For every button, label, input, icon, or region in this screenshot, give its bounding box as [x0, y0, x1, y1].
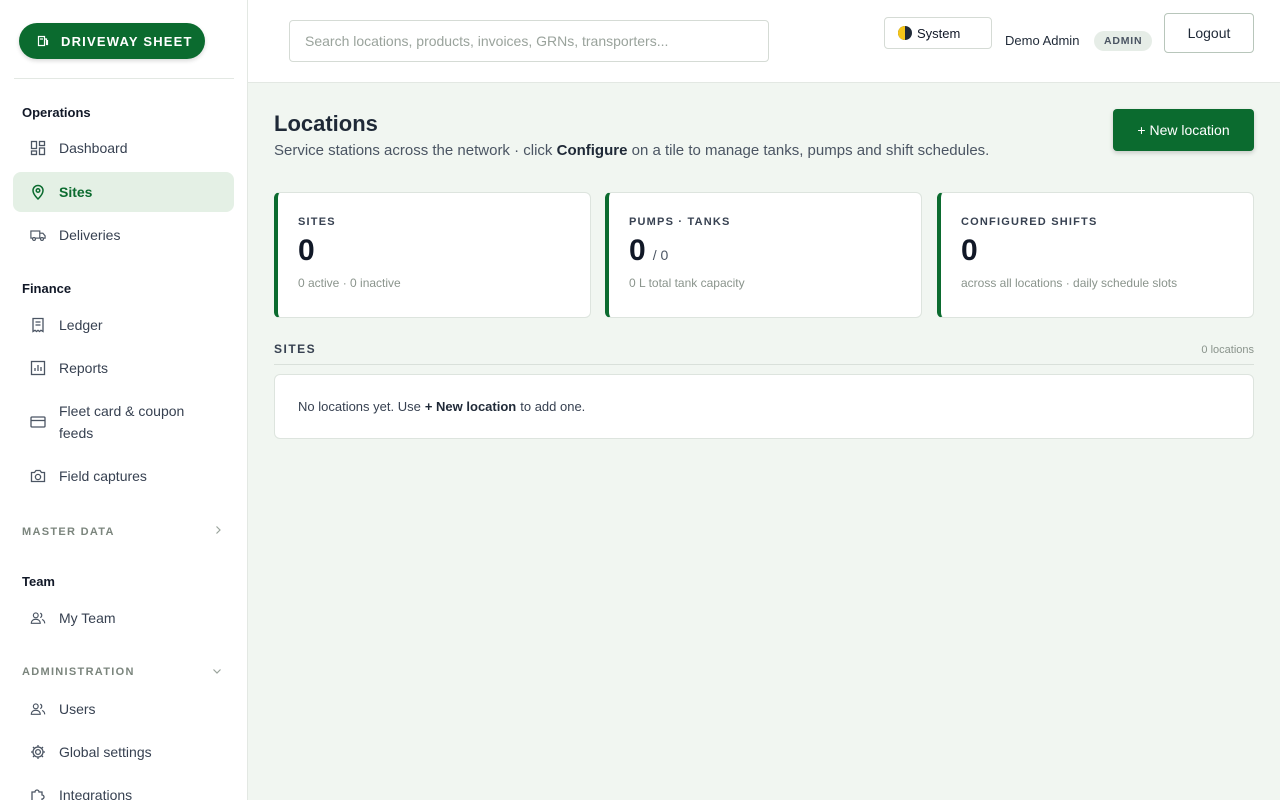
empty-text: No locations yet. Use — [298, 399, 421, 414]
brand-button[interactable]: DRIVEWAY SHEET — [19, 23, 205, 59]
stat-hint: 0 active · 0 inactive — [298, 276, 401, 290]
stat-label: CONFIGURED SHIFTS — [961, 216, 1098, 228]
sidebar-item-label: Fleet card & coupon feeds — [59, 403, 185, 441]
sidebar-item-field-captures[interactable]: Field captures — [13, 456, 234, 496]
stat-number: 0 — [629, 234, 646, 267]
bar-chart-icon — [30, 360, 46, 376]
stat-value: 0 — [961, 234, 1253, 268]
sites-list-header: SITES 0 locations — [274, 342, 1254, 365]
new-location-button[interactable]: + New location — [1113, 109, 1254, 151]
list-title: SITES — [274, 342, 317, 356]
stat-number: 0 — [298, 234, 315, 267]
page-title: Locations — [274, 111, 378, 136]
stat-card-pumps-tanks: PUMPS · TANKS 0 / 0 0 L total tank capac… — [605, 192, 922, 318]
theme-selector[interactable]: System — [884, 17, 992, 49]
logout-button[interactable]: Logout — [1164, 13, 1254, 53]
camera-icon — [30, 468, 46, 484]
stat-label: PUMPS · TANKS — [629, 216, 731, 228]
chevron-down-icon — [212, 666, 222, 678]
user-name: Demo Admin — [1005, 33, 1080, 48]
list-count: 0 locations — [1201, 344, 1254, 356]
sidebar-item-label: Reports — [59, 360, 109, 376]
sidebar-item-label: Sites — [59, 184, 93, 200]
role-badge: ADMIN — [1094, 31, 1153, 51]
divider — [14, 78, 234, 79]
sidebar-item-label: Field captures — [59, 468, 147, 484]
empty-bold: + New location — [424, 399, 517, 414]
subtitle-text-end: on a tile to manage tanks, pumps and shi… — [631, 142, 990, 159]
credit-card-icon — [30, 414, 46, 430]
stat-hint: across all locations · daily schedule sl… — [961, 276, 1178, 290]
stat-hint: 0 L total tank capacity — [629, 276, 745, 290]
stat-sub: / 0 — [652, 247, 669, 263]
sidebar-item-reports[interactable]: Reports — [13, 348, 234, 388]
sidebar-item-integrations[interactable]: Integrations — [13, 775, 234, 800]
sidebar-item-global-settings[interactable]: Global settings — [13, 732, 234, 772]
search-input[interactable] — [289, 20, 769, 62]
section-master-data[interactable]: MASTER DATA — [22, 525, 222, 538]
section-title-master-data: MASTER DATA — [22, 525, 115, 538]
station-icon — [37, 35, 49, 47]
brand-label: DRIVEWAY SHEET — [61, 33, 193, 49]
sidebar-item-sites[interactable]: Sites — [13, 172, 234, 212]
stat-value: 0 / 0 — [629, 234, 921, 268]
subtitle-text: Service stations across the network · cl… — [274, 142, 553, 159]
stat-label: SITES — [298, 216, 336, 228]
sidebar-item-fleet-card[interactable]: Fleet card & coupon feeds — [13, 391, 234, 453]
empty-state: No locations yet. Use + New location to … — [274, 374, 1254, 439]
sidebar-item-label: Deliveries — [59, 227, 121, 243]
sidebar-item-ledger[interactable]: Ledger — [13, 305, 234, 345]
section-title-administration: ADMINISTRATION — [22, 666, 135, 678]
stat-card-configured-shifts: CONFIGURED SHIFTS 0 across all locations… — [937, 192, 1254, 318]
section-title-operations: Operations — [22, 105, 91, 120]
subtitle-bold: Configure — [556, 142, 628, 159]
map-pin-icon — [30, 184, 46, 200]
truck-icon — [30, 227, 46, 243]
users-icon — [30, 610, 46, 626]
sidebar-item-label: My Team — [59, 610, 116, 626]
sidebar-item-dashboard[interactable]: Dashboard — [13, 128, 234, 168]
stat-value: 0 — [298, 234, 590, 268]
users-icon — [30, 701, 46, 717]
sidebar: DRIVEWAY SHEET Operations Dashboard Site… — [0, 0, 248, 800]
chevron-right-icon — [214, 525, 222, 538]
sidebar-item-label: Users — [59, 701, 96, 717]
dashboard-icon — [30, 140, 46, 156]
sidebar-item-my-team[interactable]: My Team — [13, 598, 234, 638]
sidebar-item-label: Dashboard — [59, 140, 128, 156]
section-title-team: Team — [22, 574, 55, 589]
puzzle-icon — [30, 787, 46, 800]
sidebar-item-label: Global settings — [59, 744, 152, 760]
theme-label: System — [917, 25, 961, 41]
section-administration[interactable]: ADMINISTRATION — [22, 666, 222, 678]
stat-number: 0 — [961, 234, 978, 267]
sidebar-item-label: Ledger — [59, 317, 103, 333]
sidebar-item-deliveries[interactable]: Deliveries — [13, 215, 234, 255]
stat-card-sites: SITES 0 0 active · 0 inactive — [274, 192, 591, 318]
empty-text-end: to add one. — [520, 399, 586, 414]
receipt-icon — [30, 317, 46, 333]
sidebar-item-users[interactable]: Users — [13, 689, 234, 729]
top-bar: System Demo Admin ADMIN Logout — [248, 0, 1280, 83]
gear-icon — [30, 744, 46, 760]
half-moon-icon — [898, 26, 912, 40]
section-title-finance: Finance — [22, 281, 72, 296]
page-subtitle: Service stations across the network · cl… — [274, 142, 989, 159]
sidebar-item-label: Integrations — [59, 787, 133, 800]
